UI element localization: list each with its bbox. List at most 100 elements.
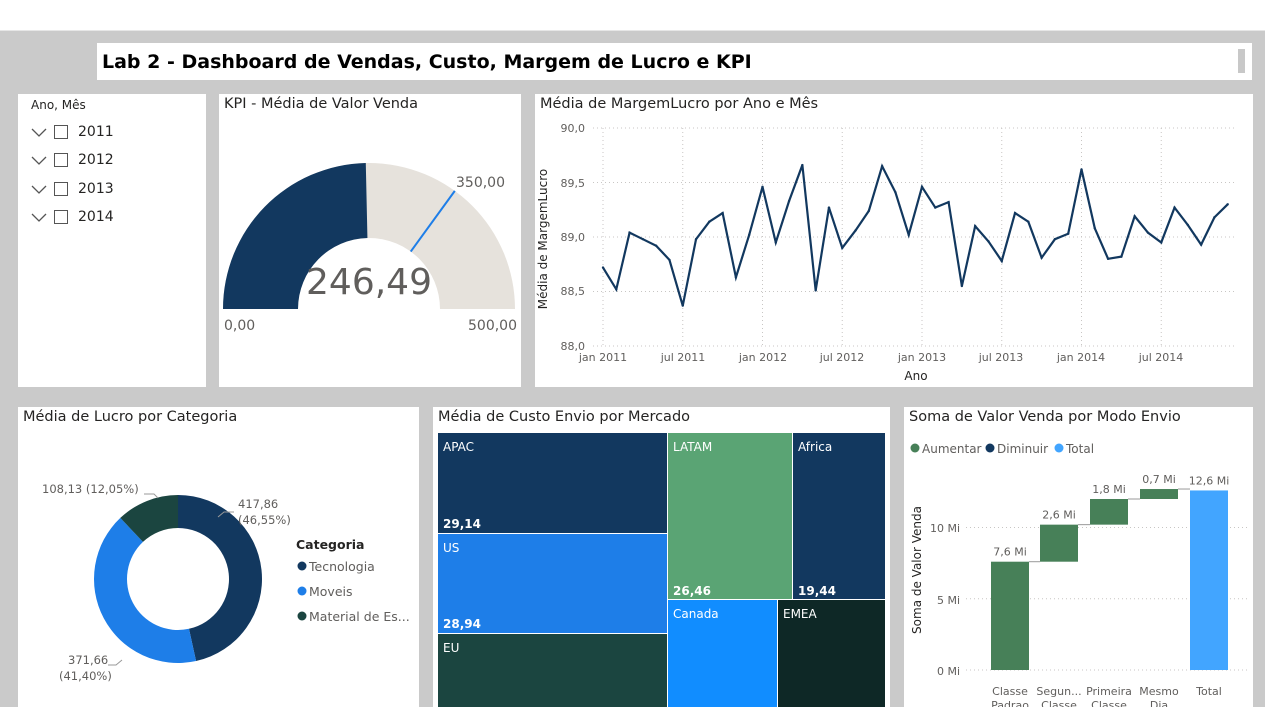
treemap-chart[interactable]: APAC 29,14 US 28,94 EU LATAM 26,46 Afric… bbox=[433, 407, 890, 707]
treemap-panel[interactable]: Média de Custo Envio por Mercado APAC 29… bbox=[433, 407, 890, 707]
line-point[interactable] bbox=[721, 211, 724, 215]
chevron-down-icon[interactable] bbox=[30, 126, 48, 138]
legend-marker bbox=[910, 443, 920, 453]
line-point[interactable] bbox=[1133, 215, 1136, 218]
gauge-max-label: 500,00 bbox=[468, 318, 517, 334]
slicer-item-2011[interactable]: 2011 bbox=[30, 122, 114, 142]
line-point[interactable] bbox=[987, 240, 990, 243]
donut-panel[interactable]: Média de Lucro por Categoria 417,86 (46,… bbox=[18, 407, 419, 707]
slicer-item-label: 2012 bbox=[78, 152, 114, 168]
slicer-item-2012[interactable]: 2012 bbox=[30, 150, 114, 170]
slicer-item-label: 2011 bbox=[78, 124, 114, 140]
legend-label: Tecnologia bbox=[308, 559, 375, 574]
legend-label: Material de Es... bbox=[309, 609, 410, 624]
line-point[interactable] bbox=[654, 244, 658, 247]
bar-data-label: 7,6 Mi bbox=[993, 546, 1027, 559]
line-point[interactable] bbox=[1053, 237, 1057, 241]
chevron-down-icon[interactable] bbox=[30, 154, 48, 166]
line-point[interactable] bbox=[628, 231, 631, 234]
treemap-name: Canada bbox=[673, 607, 719, 621]
line-point[interactable] bbox=[1067, 232, 1070, 235]
line-point[interactable] bbox=[1199, 243, 1203, 246]
bar-primeira-classe[interactable] bbox=[1090, 499, 1128, 525]
line-point[interactable] bbox=[1106, 257, 1110, 260]
slicer-item-2013[interactable]: 2013 bbox=[30, 179, 114, 199]
x-tick-label: Classe bbox=[1041, 699, 1077, 707]
line-point[interactable] bbox=[601, 266, 605, 269]
chevron-down-icon[interactable] bbox=[30, 211, 48, 223]
waterfall-panel[interactable]: Soma de Valor Venda por Modo Envio Aumen… bbox=[904, 407, 1253, 707]
line-point[interactable] bbox=[920, 185, 924, 189]
line-point[interactable] bbox=[973, 224, 977, 228]
bar-total[interactable] bbox=[1190, 490, 1228, 670]
x-tick-label: jul 2013 bbox=[978, 351, 1024, 364]
line-point[interactable] bbox=[960, 284, 964, 288]
gauge-panel[interactable]: KPI - Média de Valor Venda 246,49 0,00 5… bbox=[219, 94, 521, 387]
treemap-name: US bbox=[443, 541, 459, 555]
line-point[interactable] bbox=[694, 237, 698, 241]
checkbox[interactable] bbox=[54, 182, 68, 196]
checkbox[interactable] bbox=[54, 153, 68, 167]
line-point[interactable] bbox=[1226, 203, 1229, 206]
line-point[interactable] bbox=[1160, 241, 1163, 244]
checkbox[interactable] bbox=[54, 125, 68, 139]
line-point[interactable] bbox=[1173, 206, 1176, 209]
donut-label-tecnologia-value: 417,86 bbox=[238, 497, 278, 511]
line-point[interactable] bbox=[734, 276, 738, 279]
line-point[interactable] bbox=[748, 233, 751, 237]
line-point[interactable] bbox=[841, 246, 844, 250]
title-scrollbar[interactable] bbox=[1238, 49, 1245, 73]
line-point[interactable] bbox=[854, 229, 857, 232]
line-point[interactable] bbox=[1093, 227, 1096, 230]
line-series[interactable] bbox=[602, 163, 1229, 306]
line-point[interactable] bbox=[1013, 211, 1017, 215]
line-point[interactable] bbox=[761, 185, 764, 189]
line-y-axis-title: Média de MargemLucro bbox=[536, 169, 550, 309]
line-point[interactable] bbox=[1000, 259, 1003, 263]
treemap-cell-eu[interactable] bbox=[438, 634, 667, 707]
line-point[interactable] bbox=[880, 164, 884, 168]
checkbox[interactable] bbox=[54, 210, 68, 224]
line-point[interactable] bbox=[894, 191, 897, 194]
bar-classe-padrao[interactable] bbox=[991, 561, 1029, 670]
line-point[interactable] bbox=[681, 304, 684, 307]
treemap-cell-africa[interactable] bbox=[793, 433, 885, 599]
donut-label-moveis-value: 371,66 bbox=[68, 653, 108, 667]
donut-chart[interactable]: 417,86 (46,55%) 108,13 (12,05%) 371,66 (… bbox=[18, 407, 419, 707]
treemap-name: EU bbox=[443, 641, 459, 655]
line-point[interactable] bbox=[1040, 256, 1043, 259]
gauge-chart[interactable]: 246,49 0,00 500,00 350,00 bbox=[219, 94, 521, 387]
bar-mesmo-dia[interactable] bbox=[1140, 489, 1178, 499]
line-point[interactable] bbox=[1120, 255, 1123, 258]
line-point[interactable] bbox=[934, 206, 937, 209]
chevron-down-icon[interactable] bbox=[30, 183, 48, 195]
line-chart-panel[interactable]: Média de MargemLucro por Ano e Mês Média… bbox=[535, 94, 1253, 387]
treemap-name: Africa bbox=[798, 440, 832, 454]
line-point[interactable] bbox=[947, 200, 950, 204]
line-chart[interactable]: Média de MargemLucro Ano 90,0 89,5 89,0 … bbox=[535, 94, 1253, 387]
line-point[interactable] bbox=[1213, 216, 1216, 219]
line-point[interactable] bbox=[615, 288, 618, 291]
x-tick-label: Segun... bbox=[1036, 685, 1081, 698]
treemap-name: APAC bbox=[443, 440, 474, 454]
line-point[interactable] bbox=[827, 206, 831, 209]
line-point[interactable] bbox=[1080, 168, 1083, 171]
line-point[interactable] bbox=[814, 289, 817, 292]
line-point[interactable] bbox=[774, 241, 777, 244]
legend-marker bbox=[297, 586, 307, 596]
gauge-target-label: 350,00 bbox=[456, 175, 505, 191]
line-point[interactable] bbox=[1146, 231, 1150, 234]
slicer-item-2014[interactable]: 2014 bbox=[30, 207, 114, 227]
line-point[interactable] bbox=[1027, 220, 1030, 223]
bar-segunda-classe[interactable] bbox=[1040, 524, 1078, 562]
line-point[interactable] bbox=[708, 220, 711, 223]
line-point[interactable] bbox=[801, 163, 804, 167]
line-point[interactable] bbox=[641, 237, 645, 241]
line-point[interactable] bbox=[787, 199, 791, 203]
treemap-cell-latam[interactable] bbox=[668, 433, 792, 599]
line-point[interactable] bbox=[1186, 223, 1190, 227]
line-point[interactable] bbox=[668, 258, 671, 262]
line-point[interactable] bbox=[907, 233, 910, 237]
waterfall-chart[interactable]: Aumentar Diminuir Total Soma de Valor Ve… bbox=[904, 407, 1253, 707]
line-point[interactable] bbox=[867, 209, 871, 213]
